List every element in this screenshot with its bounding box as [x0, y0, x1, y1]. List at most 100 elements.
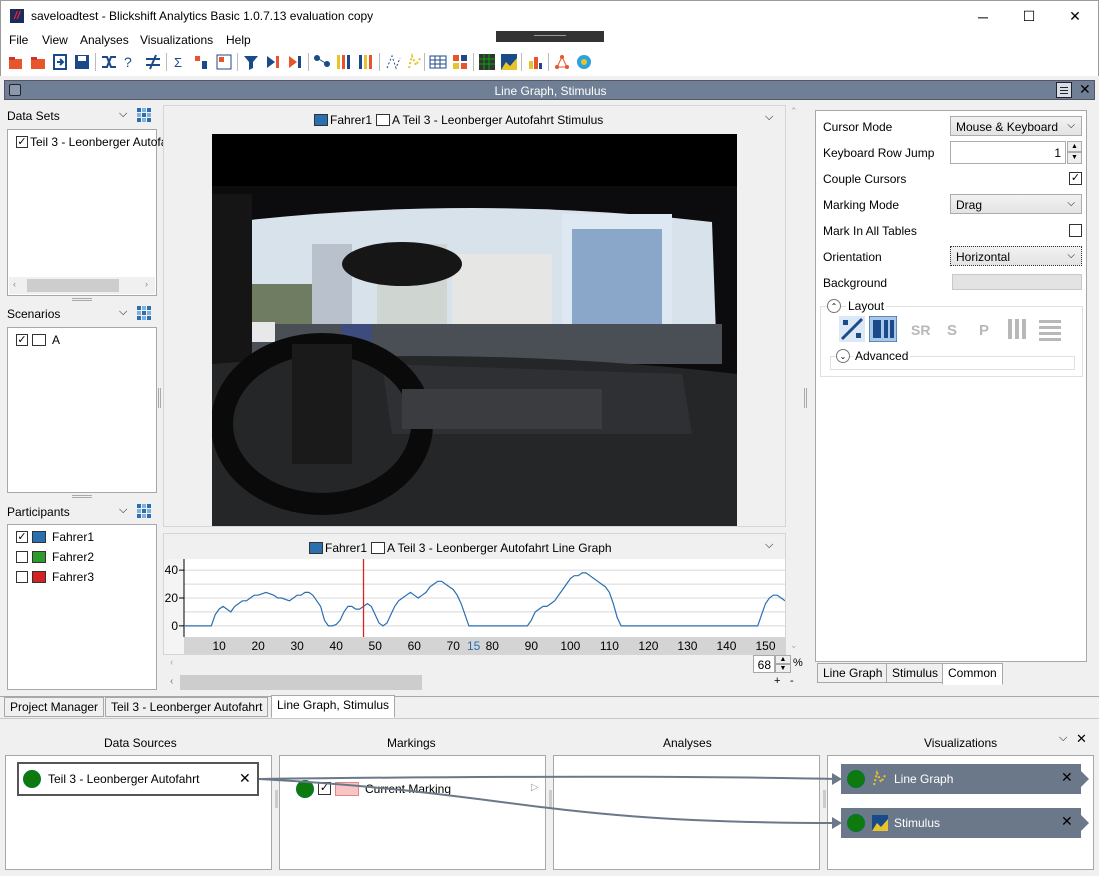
layout-horizontal-bars-icon[interactable] — [1037, 316, 1063, 342]
participant-row[interactable]: Fahrer3 — [8, 570, 156, 590]
data-set-item[interactable]: Teil 3 - Leonberger Autofa — [30, 135, 167, 149]
doc-tab-line-graph-stimulus[interactable]: Line Graph, Stimulus — [271, 695, 396, 718]
panel-options-icon[interactable] — [1056, 82, 1072, 98]
couple-cursors-checkbox[interactable]: ✓ — [1069, 172, 1082, 185]
menu-visualizations[interactable]: Visualizations — [140, 33, 213, 47]
scroll-left-icon[interactable]: ‹ — [170, 657, 173, 668]
zoom-minus[interactable]: - — [790, 675, 794, 687]
splitter-grip[interactable] — [72, 495, 92, 498]
tab-stimulus[interactable]: Stimulus — [886, 663, 945, 683]
shuffle-icon[interactable] — [100, 53, 118, 71]
scrollbar-thumb[interactable] — [180, 675, 422, 690]
selection-grid-icon[interactable] — [137, 306, 151, 320]
line-graph-icon[interactable] — [406, 53, 424, 71]
query-icon[interactable]: ? — [122, 53, 140, 71]
data-set-checkbox[interactable]: ✓ — [16, 136, 28, 148]
filter-icon[interactable] — [242, 53, 260, 71]
network-icon[interactable] — [553, 53, 571, 71]
doc-tab-project-manager[interactable]: Project Manager — [4, 697, 105, 717]
participant-row[interactable]: Fahrer2 — [8, 550, 156, 570]
spinner-down-button[interactable]: ▼ — [1067, 152, 1082, 164]
participant-checkbox[interactable]: ✓ — [16, 531, 28, 543]
sequence-icon[interactable] — [264, 53, 282, 71]
scatter-icon[interactable] — [384, 53, 402, 71]
menu-help[interactable]: Help — [226, 33, 251, 47]
scrollbar-thumb[interactable] — [27, 279, 119, 292]
participant-checkbox[interactable] — [16, 571, 28, 583]
advanced-label[interactable]: Advanced — [853, 349, 911, 363]
panel-close-icon[interactable]: ✕ — [1079, 81, 1091, 98]
not-equal-icon[interactable] — [144, 53, 162, 71]
open-folder-icon[interactable] — [29, 53, 47, 71]
layout-p-icon[interactable]: P — [973, 316, 999, 342]
participant-row[interactable]: ✓ Fahrer1 — [8, 530, 156, 550]
stimulus-icon[interactable] — [500, 53, 518, 71]
spinner-up-button[interactable]: ▲ — [1067, 141, 1082, 152]
save-icon[interactable] — [73, 53, 91, 71]
scenario-item[interactable]: A — [52, 333, 60, 347]
menu-analyses[interactable]: Analyses — [80, 33, 129, 47]
remove-visualization-icon[interactable]: ✕ — [1061, 769, 1073, 786]
scroll-up-icon[interactable]: ⌃ — [790, 106, 798, 117]
orientation-dropdown[interactable]: Horizontal ⌵ — [950, 246, 1082, 266]
layout-s-icon[interactable]: S — [941, 316, 967, 342]
background-color-picker[interactable] — [952, 274, 1082, 290]
close-button[interactable]: ✕ — [1052, 1, 1098, 32]
bars-color-icon[interactable] — [335, 53, 353, 71]
layout-vertical-bars-icon[interactable] — [1005, 316, 1031, 342]
bar-chart-icon[interactable] — [526, 53, 544, 71]
drag-grip[interactable] — [496, 31, 604, 42]
sequence-end-icon[interactable] — [286, 53, 304, 71]
zoom-plus[interactable]: + — [774, 675, 780, 687]
zoom-input[interactable]: 68 — [753, 655, 775, 673]
sum-icon[interactable]: Σ — [171, 53, 189, 71]
chevron-down-icon[interactable]: ⌵ — [119, 504, 127, 517]
menu-file[interactable]: File — [9, 33, 28, 47]
maximize-button[interactable]: ☐ — [1006, 1, 1052, 32]
chevron-down-icon[interactable]: ⌵ — [765, 539, 773, 552]
graph-nodes-icon[interactable] — [313, 53, 331, 71]
table-stats-icon[interactable] — [215, 53, 233, 71]
table-icon[interactable] — [429, 53, 447, 71]
timeline-grid-icon[interactable] — [478, 53, 496, 71]
layout-columns-icon[interactable] — [869, 316, 897, 342]
layout-collapse-icon[interactable]: ⌃ — [827, 299, 841, 313]
stimulus-video-frame[interactable] — [212, 134, 737, 526]
horizontal-scrollbar[interactable]: ‹ › — [9, 277, 155, 294]
selection-grid-icon[interactable] — [137, 108, 151, 122]
stats-icon[interactable] — [193, 53, 211, 71]
menu-view[interactable]: View — [42, 33, 68, 47]
participant-checkbox[interactable] — [16, 551, 28, 563]
mark-in-all-tables-checkbox[interactable] — [1069, 224, 1082, 237]
advanced-expand-icon[interactable]: ⌄ — [836, 349, 850, 363]
eye-track-icon[interactable] — [575, 53, 593, 71]
doc-tab-data-set[interactable]: Teil 3 - Leonberger Autofahrt — [105, 697, 269, 717]
scroll-down-icon[interactable]: ⌄ — [790, 640, 798, 651]
new-project-icon[interactable] — [7, 53, 25, 71]
vis-node-stimulus[interactable]: Stimulus ✕ — [841, 808, 1081, 838]
remove-visualization-icon[interactable]: ✕ — [1061, 813, 1073, 830]
bars-multi-icon[interactable] — [357, 53, 375, 71]
chevron-down-icon[interactable]: ⌵ — [119, 108, 127, 121]
heatmap-grid-icon[interactable] — [451, 53, 469, 71]
zoom-down-button[interactable]: ▼ — [775, 664, 791, 673]
tab-line-graph[interactable]: Line Graph — [817, 663, 889, 683]
minimize-button[interactable]: ─ — [960, 1, 1006, 32]
layout-diagonal-icon[interactable] — [839, 316, 865, 342]
scenario-checkbox[interactable]: ✓ — [16, 334, 28, 346]
chevron-down-icon[interactable]: ⌵ — [119, 306, 127, 319]
layout-sr-icon[interactable]: SR — [909, 316, 935, 342]
horizontal-scrollbar[interactable]: ‹ + - — [170, 674, 794, 691]
import-icon[interactable] — [51, 53, 69, 71]
selection-grid-icon[interactable] — [137, 504, 151, 518]
cursor-mode-dropdown[interactable]: Mouse & Keyboard ⌵ — [950, 116, 1082, 136]
splitter-grip[interactable] — [804, 388, 807, 408]
chevron-down-icon[interactable]: ⌵ — [765, 111, 773, 124]
splitter-grip[interactable] — [158, 388, 161, 408]
vis-node-line-graph[interactable]: Line Graph ✕ — [841, 764, 1081, 794]
zoom-up-button[interactable]: ▲ — [775, 655, 791, 664]
marking-mode-dropdown[interactable]: Drag ⌵ — [950, 194, 1082, 214]
keyboard-row-jump-input[interactable]: 1 — [950, 141, 1066, 164]
tab-common[interactable]: Common — [942, 663, 1003, 685]
splitter-grip[interactable] — [72, 298, 92, 301]
